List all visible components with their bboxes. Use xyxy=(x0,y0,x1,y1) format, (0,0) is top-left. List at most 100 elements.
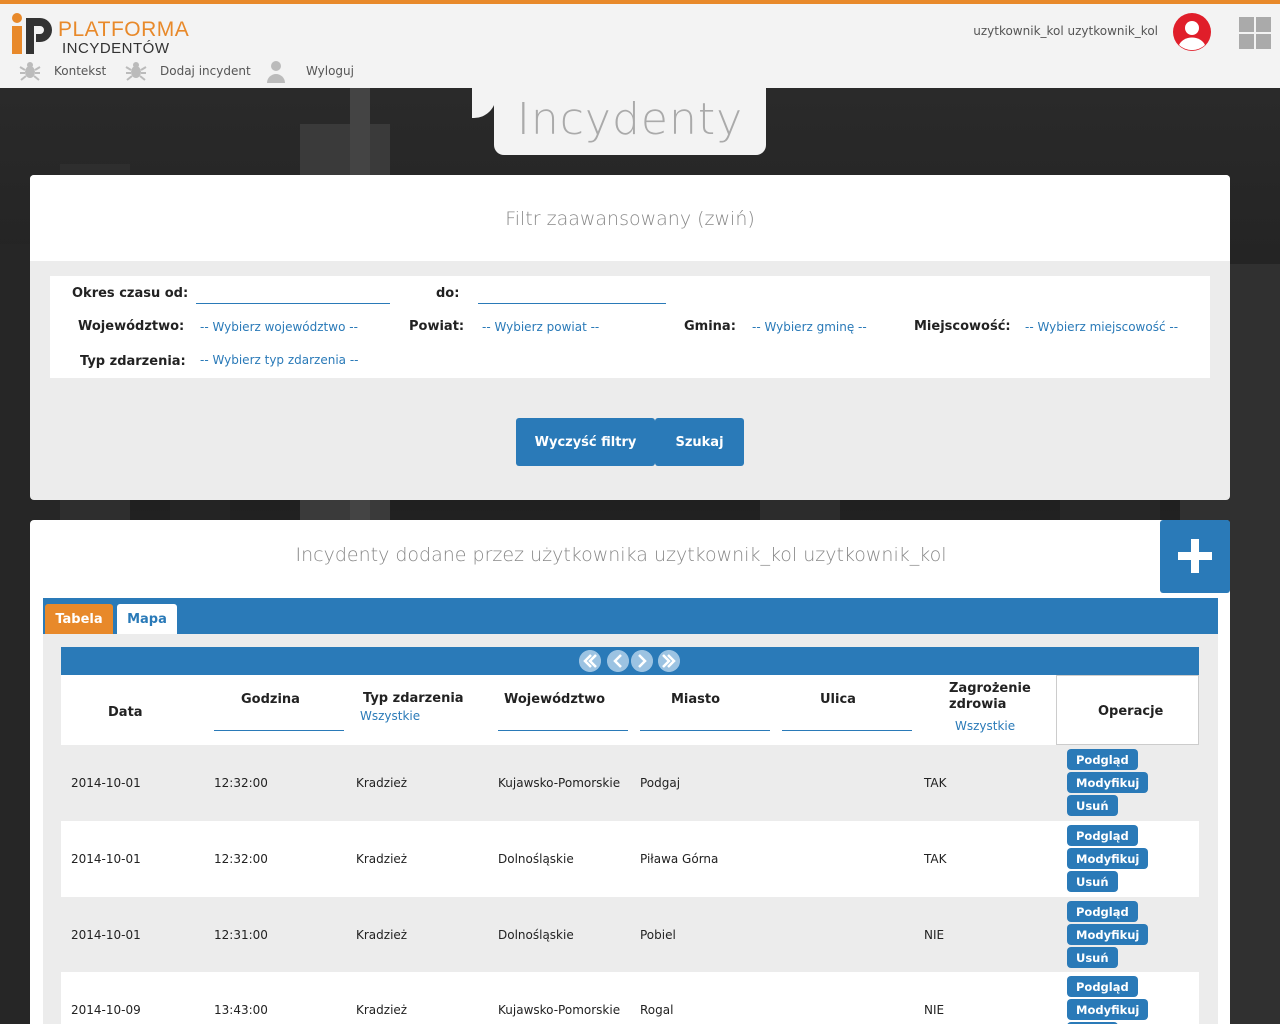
county-label: Powiat: xyxy=(409,319,465,334)
voivodeship-filter-input[interactable] xyxy=(498,730,628,731)
county-select[interactable]: -- Wybierz powiat -- xyxy=(482,320,599,334)
edit-button[interactable]: Modyfikuj xyxy=(1067,772,1149,793)
bug-icon xyxy=(19,62,41,81)
view-button[interactable]: Podgląd xyxy=(1067,901,1138,922)
table-header: Data Godzina Typ zdarzenia Wszystkie Woj… xyxy=(61,675,1199,745)
street-filter-input[interactable] xyxy=(782,730,912,731)
nav-item-dodaj-incydent[interactable]: Dodaj incydent xyxy=(124,59,251,83)
time-filter-input[interactable] xyxy=(214,730,344,731)
add-incident-button[interactable] xyxy=(1160,520,1230,593)
prev-page-icon[interactable] xyxy=(607,650,629,672)
column-header-operations: Operacje xyxy=(1098,704,1164,719)
period-to-input[interactable] xyxy=(478,278,666,304)
event-type-select[interactable]: -- Wybierz typ zdarzenia -- xyxy=(200,353,359,367)
column-header-city[interactable]: Miasto xyxy=(671,692,720,707)
column-header-health-line1[interactable]: Zagrożenie xyxy=(949,681,1031,696)
nav-label-kontekst: Kontekst xyxy=(54,64,107,78)
voivodeship-select[interactable]: -- Wybierz województwo -- xyxy=(200,320,358,334)
logo-text-platforma: PLATFORMA xyxy=(58,18,190,41)
last-page-icon[interactable] xyxy=(658,650,680,672)
table-row[interactable]: 2014-10-09 13:43:00 Kradzież Kujawsko-Pomor… xyxy=(61,972,1199,1024)
apps-grid-icon[interactable] xyxy=(1238,16,1272,50)
tab-tabela[interactable]: Tabela xyxy=(45,604,113,634)
delete-button[interactable]: Usuń xyxy=(1067,795,1118,816)
cell-time: 12:31:00 xyxy=(214,928,268,942)
health-filter-select[interactable]: Wszystkie xyxy=(951,715,1019,737)
bug-icon xyxy=(125,62,147,81)
cell-type: Kradzież xyxy=(356,852,408,866)
cell-city: Pobiel xyxy=(640,928,676,942)
cell-health: TAK xyxy=(924,776,947,790)
page-title: Incydenty xyxy=(516,94,744,145)
cell-health: NIE xyxy=(924,928,945,942)
logo-mark-icon xyxy=(12,13,52,54)
commune-label: Gmina: xyxy=(684,319,736,334)
view-button[interactable]: Podgląd xyxy=(1067,976,1138,997)
filter-toggle[interactable]: Filtr zaawansowany (zwiń) xyxy=(30,208,1230,230)
type-filter-select[interactable]: Wszystkie xyxy=(356,705,488,727)
nav-label-wyloguj: Wyloguj xyxy=(306,64,354,78)
cell-time: 13:43:00 xyxy=(214,1003,268,1017)
delete-button[interactable]: Usuń xyxy=(1067,947,1118,968)
edit-button[interactable]: Modyfikuj xyxy=(1067,848,1149,869)
cell-date: 2014-10-01 xyxy=(71,928,141,942)
cell-city: Piława Górna xyxy=(640,852,719,866)
current-user-name[interactable]: uzytkownik_kol uzytkownik_kol xyxy=(973,24,1158,38)
locality-label: Miejscowość: xyxy=(914,319,1011,334)
table-row[interactable]: 2014-10-01 12:31:00 Kradzież Dolnośląskie Po… xyxy=(61,897,1199,973)
tab-mapa[interactable]: Mapa xyxy=(117,604,177,634)
edit-button[interactable]: Modyfikuj xyxy=(1067,999,1149,1020)
city-filter-input[interactable] xyxy=(640,730,770,731)
operations-header-cell: Operacje xyxy=(1056,675,1199,745)
logo[interactable]: PLATFORMA INCYDENTÓW xyxy=(8,10,189,58)
cell-voivodeship: Kujawsko-Pomorskie xyxy=(498,1003,621,1017)
column-header-time[interactable]: Godzina xyxy=(241,692,300,707)
main-nav: Kontekst Dodaj incydent Wyloguj xyxy=(0,54,1280,88)
edit-button[interactable]: Modyfikuj xyxy=(1067,924,1149,945)
table-row[interactable]: 2014-10-01 12:32:00 Kradzież Dolnośląskie Pi… xyxy=(61,821,1199,897)
view-button[interactable]: Podgląd xyxy=(1067,825,1138,846)
cell-type: Kradzież xyxy=(356,776,408,790)
cell-date: 2014-10-09 xyxy=(71,1003,141,1017)
cell-health: NIE xyxy=(924,1003,945,1017)
clear-filters-button[interactable]: Wyczyść filtry xyxy=(516,418,655,466)
column-header-voivodeship[interactable]: Województwo xyxy=(504,692,605,707)
filter-panel: Filtr zaawansowany (zwiń) Okres czasu od… xyxy=(30,175,1230,500)
first-page-icon[interactable] xyxy=(579,650,601,672)
locality-select[interactable]: -- Wybierz miejscowość -- xyxy=(1025,320,1178,334)
cell-voivodeship: Dolnośląskie xyxy=(498,852,574,866)
page-title-tab: Incydenty xyxy=(494,88,766,155)
column-header-street[interactable]: Ulica xyxy=(820,692,856,707)
voivodeship-label: Województwo: xyxy=(78,319,185,334)
nav-item-wyloguj[interactable]: Wyloguj xyxy=(264,59,354,83)
delete-button[interactable]: Usuń xyxy=(1067,871,1118,892)
commune-select[interactable]: -- Wybierz gminę -- xyxy=(752,320,867,334)
next-page-icon[interactable] xyxy=(631,650,653,672)
cell-date: 2014-10-01 xyxy=(71,852,141,866)
nav-label-dodaj-incydent: Dodaj incydent xyxy=(160,64,251,78)
nav-item-kontekst[interactable]: Kontekst xyxy=(18,59,106,83)
period-from-label: Okres czasu od: xyxy=(72,286,189,301)
cell-date: 2014-10-01 xyxy=(71,776,141,790)
pagination xyxy=(61,647,1199,675)
cell-time: 12:32:00 xyxy=(214,776,268,790)
period-from-input[interactable] xyxy=(196,278,390,304)
user-avatar-icon[interactable] xyxy=(1172,12,1212,52)
incidents-panel-title: Incydenty dodane przez użytkownika uzytk… xyxy=(295,544,947,566)
column-header-health-line2: zdrowia xyxy=(949,697,1007,712)
incidents-panel: Incydenty dodane przez użytkownika uzytk… xyxy=(30,520,1230,1024)
cell-city: Rogal xyxy=(640,1003,674,1017)
cell-type: Kradzież xyxy=(356,928,408,942)
cell-type: Kradzież xyxy=(356,1003,408,1017)
filter-fields: Okres czasu od: do: Województwo: -- Wybi… xyxy=(50,276,1210,378)
table-row[interactable]: 2014-10-01 12:32:00 Kradzież Kujawsko-Pomor… xyxy=(61,745,1199,821)
plus-icon xyxy=(1178,539,1212,573)
column-header-type[interactable]: Typ zdarzenia xyxy=(363,691,464,706)
search-button[interactable]: Szukaj xyxy=(655,418,744,466)
column-header-date[interactable]: Data xyxy=(108,705,143,720)
cell-health: TAK xyxy=(924,852,947,866)
view-button[interactable]: Podgląd xyxy=(1067,749,1138,770)
cell-voivodeship: Kujawsko-Pomorskie xyxy=(498,776,621,790)
view-tabs: Tabela Mapa xyxy=(43,598,1218,634)
event-type-label: Typ zdarzenia: xyxy=(80,354,186,369)
